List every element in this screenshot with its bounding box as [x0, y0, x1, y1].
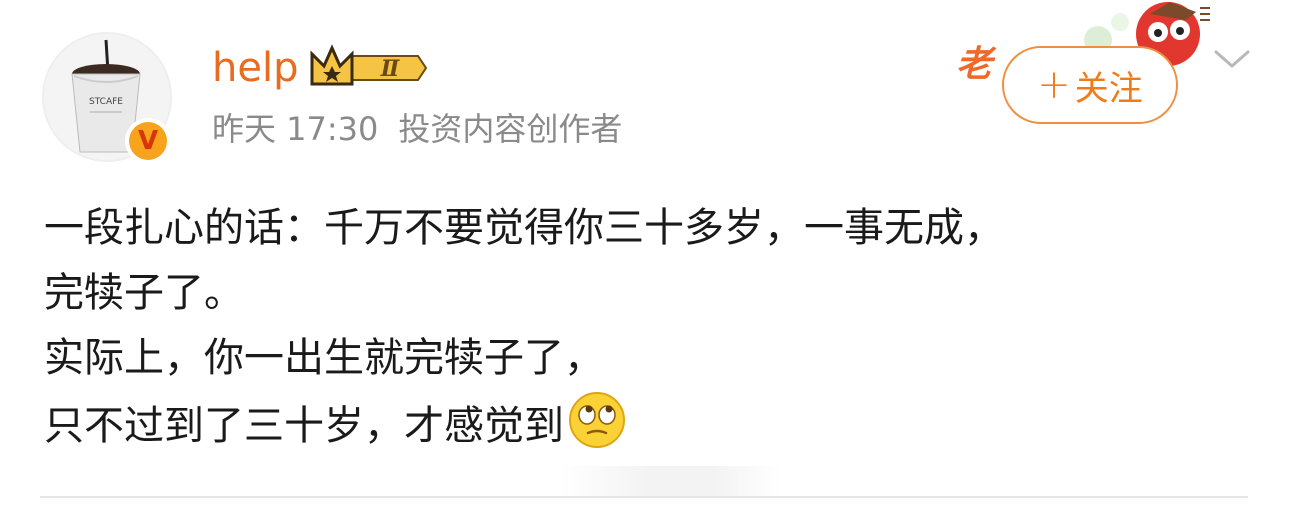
username[interactable]: help: [212, 40, 298, 96]
user-title: 投资内容创作者: [398, 110, 623, 148]
post-line: 一段扎心的话：千万不要觉得你三十多岁，一事无成，: [44, 205, 1004, 251]
level-label: Ⅱ: [380, 56, 401, 82]
decoration-char: 老: [956, 44, 997, 85]
blur-watermark: [560, 466, 780, 498]
avatar-cup-label: STCAFE: [89, 97, 123, 107]
chevron-down-icon[interactable]: [1212, 44, 1252, 74]
verified-badge: V: [125, 118, 171, 164]
crown-level-badge[interactable]: Ⅱ: [310, 44, 428, 90]
post-line-text: 只不过到了三十岁，才感觉到: [44, 403, 564, 449]
plus-icon: +: [1037, 62, 1071, 108]
post-line: 完犊子了。: [44, 270, 244, 316]
verified-icon: V: [129, 122, 167, 160]
post-meta: 昨天 17:30 投资内容创作者: [212, 106, 622, 152]
follow-label: 关注: [1074, 68, 1143, 109]
post-time: 昨天 17:30: [212, 110, 379, 148]
divider: [40, 496, 1248, 498]
follow-button[interactable]: + 关注: [1002, 46, 1178, 124]
eye-roll-emoji-icon: [569, 392, 625, 448]
post-line: 实际上，你一出生就完犊子了，: [44, 335, 604, 381]
post-body: 一段扎心的话：千万不要觉得你三十多岁，一事无成， 完犊子了。 实际上，你一出生就…: [44, 196, 1254, 459]
post-line: 只不过到了三十岁，才感觉到: [44, 391, 1254, 459]
